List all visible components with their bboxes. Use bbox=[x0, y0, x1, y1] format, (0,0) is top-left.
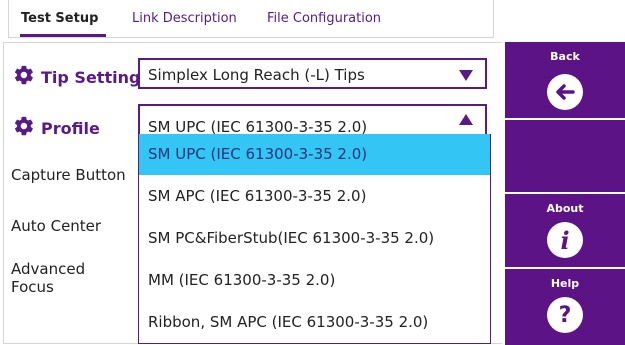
profile-select[interactable]: SM UPC (IEC 61300-3-35 2.0) bbox=[138, 104, 487, 136]
tab-file-configuration[interactable]: File Configuration bbox=[267, 11, 381, 26]
tip-setting-label: Tip Setting bbox=[13, 64, 140, 90]
profile-option[interactable]: SM UPC (IEC 61300-3-35 2.0) bbox=[139, 134, 490, 175]
gear-icon bbox=[13, 64, 41, 90]
advanced-focus-label: Advanced Focus bbox=[11, 260, 86, 296]
tab-bar: Test Setup Link Description File Configu… bbox=[8, 0, 494, 38]
profile-option[interactable]: SM PC&FiberStub(IEC 61300-3-35 2.0) bbox=[139, 218, 490, 259]
profile-option[interactable]: MM (IEC 61300-3-35 2.0) bbox=[139, 260, 490, 301]
about-button[interactable]: About i bbox=[505, 194, 625, 269]
profile-option[interactable]: Ribbon, SM APC (IEC 61300-3-35 2.0) bbox=[139, 302, 490, 343]
tip-setting-value: Simplex Long Reach (-L) Tips bbox=[148, 66, 365, 84]
profile-label: Profile bbox=[13, 115, 100, 141]
tab-test-setup[interactable]: Test Setup bbox=[21, 11, 98, 26]
tab-link-description[interactable]: Link Description bbox=[132, 11, 237, 26]
empty-side-button bbox=[505, 120, 625, 194]
auto-center-label: Auto Center bbox=[11, 217, 102, 235]
capture-button-label: Capture Button bbox=[11, 166, 126, 184]
help-button[interactable]: Help ? bbox=[505, 269, 625, 345]
back-button[interactable]: Back bbox=[505, 42, 625, 120]
chevron-down-icon bbox=[459, 70, 473, 81]
gear-icon bbox=[13, 115, 41, 141]
question-icon: ? bbox=[547, 297, 583, 333]
active-tab-indicator bbox=[20, 34, 106, 37]
profile-option[interactable]: SM APC (IEC 61300-3-35 2.0) bbox=[139, 176, 490, 217]
profile-dropdown-list: SM UPC (IEC 61300-3-35 2.0) SM APC (IEC … bbox=[138, 134, 491, 344]
chevron-up-icon bbox=[459, 114, 473, 125]
info-icon: i bbox=[547, 222, 583, 258]
tip-setting-select[interactable]: Simplex Long Reach (-L) Tips bbox=[138, 58, 487, 89]
arrow-left-icon bbox=[547, 74, 583, 110]
side-button-column: Back About i Help ? bbox=[505, 42, 625, 345]
